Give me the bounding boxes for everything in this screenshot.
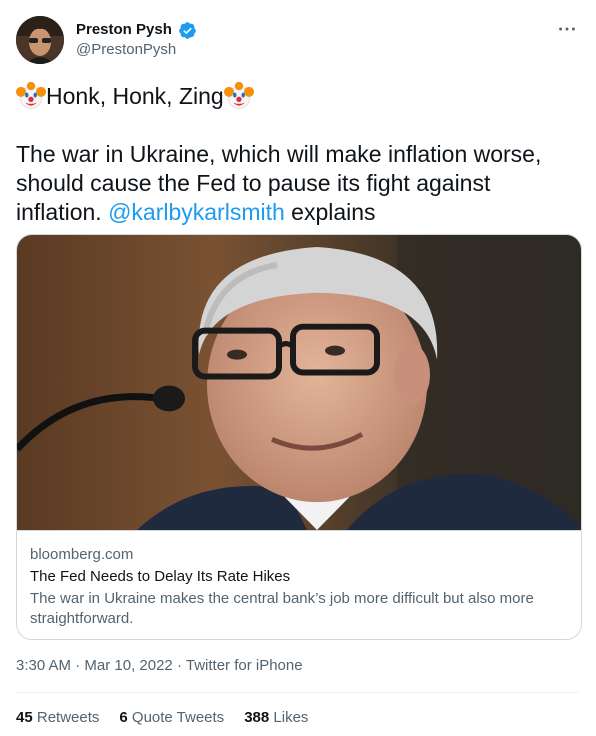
- card-domain: bloomberg.com: [30, 546, 134, 563]
- tweet-line1-text: Honk, Honk, Zing: [46, 83, 224, 109]
- quotes-label: Quote Tweets: [131, 709, 225, 726]
- article-photo: [17, 235, 581, 531]
- verified-badge-icon: [179, 21, 197, 39]
- more-options-icon[interactable]: [556, 18, 578, 40]
- tweet-body-text: The war in Ukraine, which will make infl…: [16, 140, 576, 227]
- likes-count: 388: [244, 709, 270, 726]
- divider: [16, 692, 580, 693]
- retweets-count: 45: [16, 709, 33, 726]
- retweets-stat[interactable]: 45 Retweets: [16, 708, 99, 728]
- author-display-name[interactable]: Preston Pysh: [76, 20, 172, 40]
- tweet-header: Preston Pysh @PrestonPysh: [16, 14, 580, 66]
- clown-face-icon: [223, 81, 254, 109]
- card-description: The war in Ukraine makes the central ban…: [30, 590, 534, 627]
- avatar-photo-icon: [16, 16, 64, 64]
- retweets-label: Retweets: [36, 709, 100, 726]
- author-names: Preston Pysh @PrestonPysh: [76, 20, 197, 60]
- mention-link[interactable]: @karlbykarlsmith: [108, 199, 285, 225]
- tweet-source[interactable]: Twitter for iPhone: [186, 657, 303, 674]
- tweet-body-suffix: explains: [284, 199, 376, 225]
- link-preview-card[interactable]: bloomberg.com The Fed Needs to Delay Its…: [16, 234, 582, 640]
- tweet-time[interactable]: 3:30 AM: [16, 657, 71, 674]
- likes-label: Likes: [273, 709, 309, 726]
- quotes-count: 6: [119, 709, 128, 726]
- author-handle[interactable]: @PrestonPysh: [76, 40, 197, 60]
- tweet-stats: 45 Retweets 6 Quote Tweets 388 Likes: [16, 708, 308, 728]
- clown-face-icon: [16, 81, 46, 109]
- quote-tweets-stat[interactable]: 6 Quote Tweets: [119, 708, 224, 728]
- card-title[interactable]: The Fed Needs to Delay Its Rate Hikes: [30, 567, 570, 587]
- tweet-text-line1: Honk, Honk, Zing: [16, 80, 254, 112]
- avatar[interactable]: [16, 16, 64, 64]
- card-meta: bloomberg.com The Fed Needs to Delay Its…: [30, 545, 570, 629]
- likes-stat[interactable]: 388 Likes: [244, 708, 308, 728]
- tweet-date[interactable]: Mar 10, 2022: [84, 657, 172, 674]
- tweet-timestamp: 3:30 AM · Mar 10, 2022 · Twitter for iPh…: [16, 656, 303, 676]
